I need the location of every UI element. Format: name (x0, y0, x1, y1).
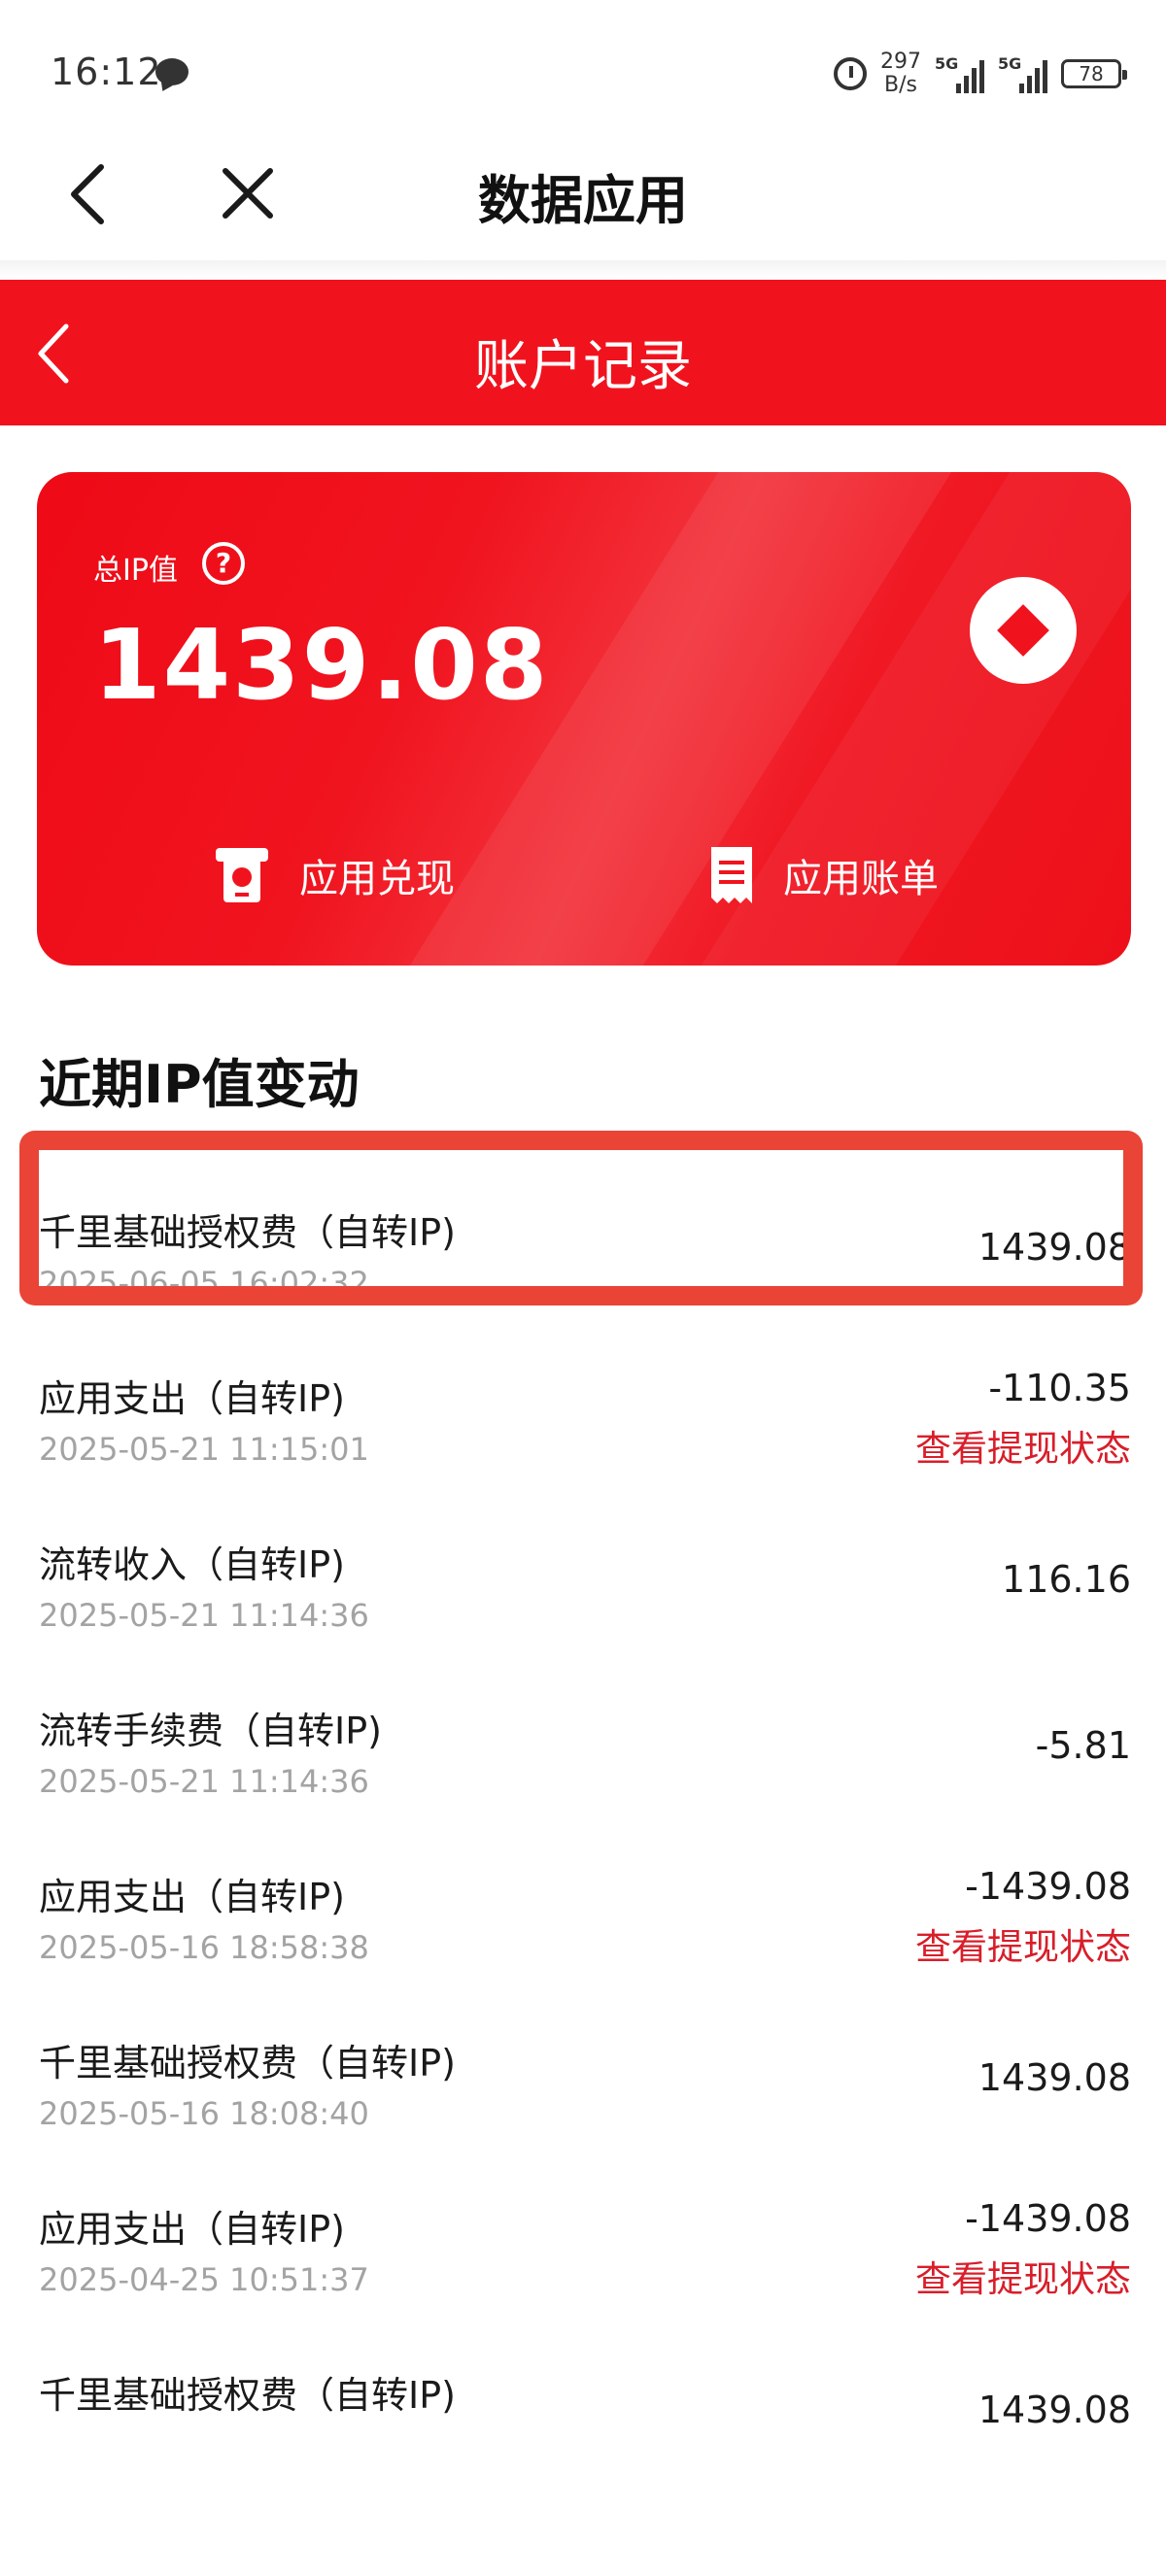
record-amount: 1439.08 (977, 2056, 1131, 2099)
bottom-blank (0, 2428, 1166, 2576)
withdraw-status-link[interactable]: 查看提现状态 (915, 1419, 1131, 1472)
record-title: 应用支出（自转IP) (39, 1876, 345, 1918)
record-title: 流转手续费（自转IP) (39, 1710, 382, 1752)
record-title: 流转收入（自转IP) (39, 1543, 345, 1586)
record-amount: 1439.08 (977, 2389, 1131, 2431)
record-amount: -110.35 (988, 1367, 1131, 1409)
net-speed-unit: B/s (884, 73, 917, 97)
signal-icon: 5G (935, 54, 984, 93)
record-time: 2025-04-25 10:51:37 (39, 2261, 369, 2298)
record-title: 应用支出（自转IP) (39, 2208, 345, 2251)
nav-title: 数据应用 (478, 170, 688, 231)
record-time: 2025-06-05 16:02:32 (39, 1265, 369, 1302)
network-speed: 297 B/s (880, 51, 921, 97)
bill-label: 应用账单 (783, 857, 939, 901)
page-header: 账户记录 (0, 280, 1166, 425)
list-item[interactable]: 千里基础授权费（自转IP) 2025-05-16 18:08:40 1439.0… (0, 1983, 1166, 2149)
cash-out-button[interactable]: 应用兑现 (212, 841, 455, 909)
record-amount: -1439.08 (965, 2197, 1131, 2240)
signal-type: 5G (935, 54, 959, 73)
record-time: 2025-05-21 11:14:36 (39, 1597, 369, 1634)
record-title: 千里基础授权费（自转IP) (39, 1211, 456, 1254)
list-item[interactable]: 应用支出（自转IP) 2025-05-16 18:58:38 -1439.08 … (0, 1816, 1166, 1983)
record-time: 2025-05-16 18:08:40 (39, 2095, 369, 2132)
status-time: 16:12 (51, 51, 162, 93)
list-item[interactable]: 千里基础授权费（自转IP) 2025-06-05 16:02:32 1439.0… (0, 1152, 1166, 1318)
battery-level: 78 (1079, 62, 1104, 85)
record-title: 应用支出（自转IP) (39, 1377, 345, 1420)
record-time: 2025-05-21 11:15:01 (39, 1431, 369, 1468)
cash-out-label: 应用兑现 (299, 857, 455, 901)
bill-button[interactable]: 应用账单 (707, 841, 939, 909)
record-title: 千里基础授权费（自转IP) (39, 2374, 456, 2417)
record-time: 2025-05-21 11:14:36 (39, 1763, 369, 1800)
top-nav: 数据应用 (0, 136, 1166, 262)
signal-icon-2: 5G (998, 54, 1047, 93)
diamond-icon[interactable] (970, 577, 1077, 684)
status-bar: 16:12 297 B/s 5G 5G 78 (0, 0, 1166, 136)
net-speed-value: 297 (880, 50, 921, 74)
record-amount: 1439.08 (977, 1226, 1131, 1269)
record-amount: 116.16 (1002, 1558, 1131, 1601)
alarm-icon (834, 57, 867, 90)
list-item[interactable]: 应用支出（自转IP) 2025-04-25 10:51:37 -1439.08 … (0, 2149, 1166, 2315)
record-time: 2025-05-16 18:58:38 (39, 1929, 369, 1966)
record-amount: -1439.08 (965, 1865, 1131, 1908)
nav-divider (0, 260, 1166, 280)
withdraw-status-link[interactable]: 查看提现状态 (915, 2250, 1131, 2302)
signal-type-2: 5G (998, 54, 1022, 73)
status-indicators: 297 B/s 5G 5G 78 (834, 47, 1127, 101)
withdraw-status-link[interactable]: 查看提现状态 (915, 1917, 1131, 1970)
page-title: 账户记录 (474, 335, 692, 398)
list-item[interactable]: 流转手续费（自转IP) 2025-05-21 11:14:36 -5.81 (0, 1650, 1166, 1816)
list-item[interactable]: 应用支出（自转IP) 2025-05-21 11:15:01 -110.35 查… (0, 1318, 1166, 1484)
section-title: 近期IP值变动 (39, 1054, 360, 1115)
battery-icon: 78 (1061, 59, 1127, 88)
message-icon (155, 58, 189, 85)
total-ip-value: 1439.08 (93, 608, 550, 722)
help-icon[interactable]: ? (202, 542, 245, 585)
bill-icon (711, 847, 752, 903)
account-card: 总IP值 ? 1439.08 应用兑现 应用账单 (37, 472, 1131, 966)
record-list: 千里基础授权费（自转IP) 2025-06-05 16:02:32 1439.0… (0, 1152, 1166, 2481)
list-item[interactable]: 流转收入（自转IP) 2025-05-21 11:14:36 116.16 (0, 1484, 1166, 1650)
record-title: 千里基础授权费（自转IP) (39, 2042, 456, 2085)
cash-out-icon (216, 848, 268, 902)
record-amount: -5.81 (1035, 1724, 1131, 1767)
total-ip-label: 总IP值 (93, 554, 178, 588)
